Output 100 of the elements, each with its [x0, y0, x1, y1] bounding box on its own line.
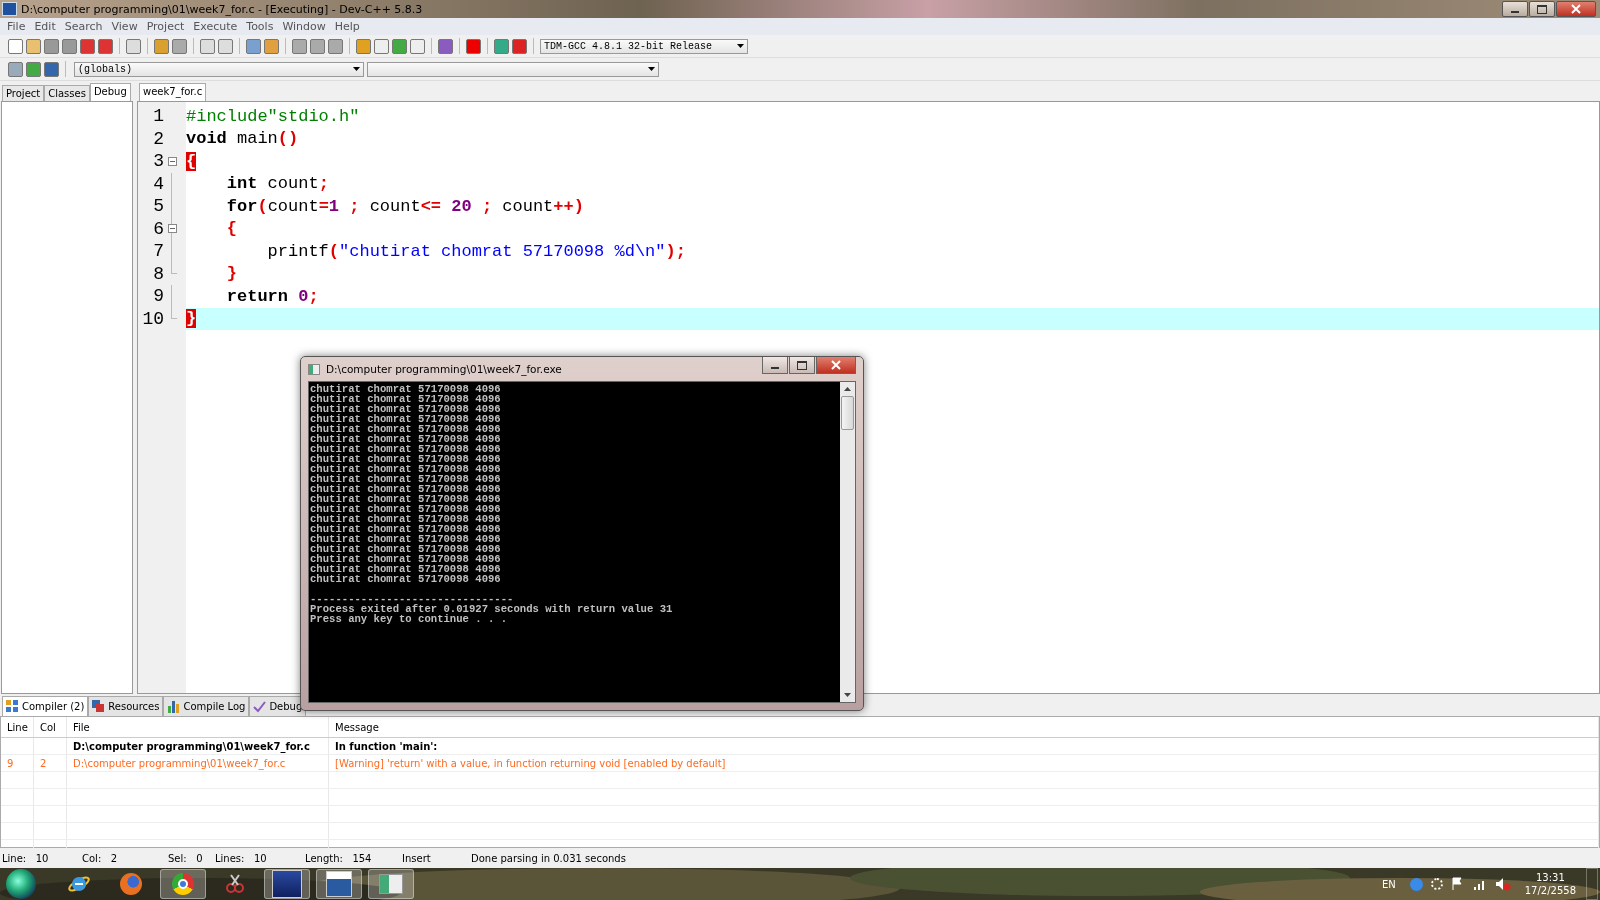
word-app-icon[interactable] — [316, 869, 362, 899]
menu-item[interactable]: Project — [143, 20, 191, 33]
console-separator: -------------------------------- — [310, 594, 514, 604]
column-header[interactable]: Line — [1, 717, 34, 737]
console-output-line: chutirat chomrat 57170098 4096 — [310, 384, 502, 394]
ide-app-icon[interactable] — [264, 869, 310, 899]
code-line: { — [225, 219, 237, 239]
menu-item[interactable]: Edit — [31, 20, 62, 33]
scroll-thumb[interactable] — [841, 396, 854, 430]
console-output-line: chutirat chomrat 57170098 4096 — [310, 424, 502, 434]
console-output-line: chutirat chomrat 57170098 4096 — [310, 434, 502, 444]
menu-item[interactable]: View — [108, 20, 144, 33]
table-cell: D:\computer programming\01\week7_for.c — [67, 755, 329, 771]
table-cell: [Warning] 'return' with a value, in function returning void [enabled by default] — [329, 755, 1599, 771]
maximize-button[interactable] — [1529, 1, 1555, 17]
fold-toggle[interactable] — [167, 224, 177, 234]
fold-end-mark — [171, 307, 177, 320]
flag-icon[interactable] — [1450, 877, 1465, 891]
column-header[interactable]: Message — [329, 717, 1599, 737]
console-output-line: chutirat chomrat 57170098 4096 — [310, 524, 502, 534]
line-number: 7 — [152, 241, 164, 262]
maximize-button[interactable] — [789, 357, 815, 374]
status-text: Length: 154 — [304, 852, 373, 864]
code-line: return 0; — [225, 286, 319, 306]
line-number: 2 — [152, 128, 164, 149]
line-number: 10 — [141, 308, 164, 329]
muted-speaker-icon[interactable] — [1494, 877, 1511, 891]
column-header[interactable]: File — [67, 717, 329, 737]
line-number: 5 — [152, 196, 164, 217]
panel-tab[interactable]: Debug — [89, 83, 131, 101]
console-output-line: chutirat chomrat 57170098 4096 — [310, 484, 502, 494]
console-output-line: chutirat chomrat 57170098 4096 — [310, 394, 502, 404]
line-number: 9 — [152, 286, 164, 307]
panel-tab[interactable]: Project — [2, 85, 45, 101]
caret-icon — [648, 67, 655, 71]
compiler-dropdown[interactable]: TDM-GCC 4.8.1 32-bit Release — [540, 38, 748, 54]
status-text: Sel: 0 — [167, 852, 204, 864]
member-dropdown[interactable] — [367, 61, 659, 77]
console-output-line: chutirat chomrat 57170098 4096 — [310, 454, 502, 464]
clock-date[interactable]: 17/2/2558 — [1524, 884, 1576, 897]
table-cell: 2 — [34, 755, 67, 771]
minimize-button[interactable] — [1502, 1, 1528, 17]
output-tab[interactable]: Compile Log — [163, 696, 250, 716]
table-cell: In function 'main': — [329, 738, 1599, 754]
line-number: 3 — [152, 151, 164, 172]
output-tab[interactable]: Compiler (2) — [2, 696, 89, 716]
menu-item[interactable]: Execute — [190, 20, 244, 33]
show-desktop-button[interactable] — [1586, 868, 1598, 900]
browser-icon[interactable] — [160, 869, 206, 899]
code-line: int count; — [225, 174, 329, 194]
clock-time[interactable]: 13:31 — [1535, 871, 1565, 884]
app-icon — [2, 2, 17, 16]
fold-end-mark — [171, 262, 177, 275]
console-app-icon[interactable] — [368, 869, 414, 899]
console-output-line: chutirat chomrat 57170098 4096 — [310, 534, 502, 544]
scroll-up-icon[interactable] — [844, 387, 851, 391]
close-icon — [831, 360, 841, 370]
close-button[interactable] — [1556, 1, 1596, 17]
menu-item[interactable]: Help — [331, 20, 366, 33]
console-output-line: chutirat chomrat 57170098 4096 — [310, 544, 502, 554]
windows-icon — [92, 700, 106, 713]
console-output-line: chutirat chomrat 57170098 4096 — [310, 404, 502, 414]
status-text: Line: 10 — [1, 852, 50, 864]
status-text: Lines: 10 — [214, 852, 268, 864]
console-output-line: Process exited after 0.01927 seconds with return value 31 — [310, 604, 674, 614]
console-icon — [308, 363, 320, 375]
minimize-button[interactable] — [762, 357, 788, 374]
fold-toggle[interactable] — [167, 156, 177, 166]
output-tab[interactable]: Resources — [88, 696, 164, 716]
language-indicator[interactable]: EN — [1381, 878, 1396, 890]
console-output-line: chutirat chomrat 57170098 4096 — [310, 474, 502, 484]
menu-item[interactable]: File — [4, 20, 32, 33]
menu-item[interactable]: Search — [61, 20, 109, 33]
scope-dropdown[interactable]: (globals) — [74, 61, 364, 77]
console-output-line: Press any key to continue . . . — [310, 614, 509, 624]
code-line: } — [225, 264, 237, 284]
window-title: D:\computer programming\01\week7_for.exe — [326, 363, 562, 375]
table-cell: 9 — [1, 755, 34, 771]
console-output-line: chutirat chomrat 57170098 4096 — [310, 574, 502, 584]
close-button[interactable] — [816, 357, 856, 374]
gear-icon[interactable] — [1430, 878, 1443, 890]
file-tab[interactable]: week7_for.c — [139, 83, 207, 101]
console-output-line: chutirat chomrat 57170098 4096 — [310, 444, 502, 454]
table-cell: D:\computer programming\01\week7_for.c — [67, 738, 329, 754]
output-tab[interactable]: Debug — [249, 696, 307, 716]
menu-item[interactable]: Window — [279, 20, 332, 33]
column-header[interactable]: Col — [34, 717, 67, 737]
caret-icon — [353, 67, 360, 71]
window-title: D:\computer programming\01\week7_for.c - [Executing] - Dev-C++ 5.8.3 — [21, 2, 423, 16]
status-message: Done parsing in 0.031 seconds — [470, 852, 626, 864]
scrollbar[interactable] — [840, 382, 855, 702]
panel-tab[interactable]: Classes — [44, 85, 90, 101]
status-text: Col: 2 — [81, 852, 119, 864]
console-output-line: chutirat chomrat 57170098 4096 — [310, 554, 502, 564]
bar-chart-icon — [167, 700, 181, 713]
grid-icon — [6, 700, 19, 713]
console-output-line: chutirat chomrat 57170098 4096 — [310, 504, 502, 514]
console-output-line: chutirat chomrat 57170098 4096 — [310, 564, 502, 574]
code-line: for(count=1 ; count<= 20 ; count++) — [225, 196, 584, 216]
menu-item[interactable]: Tools — [243, 20, 280, 33]
